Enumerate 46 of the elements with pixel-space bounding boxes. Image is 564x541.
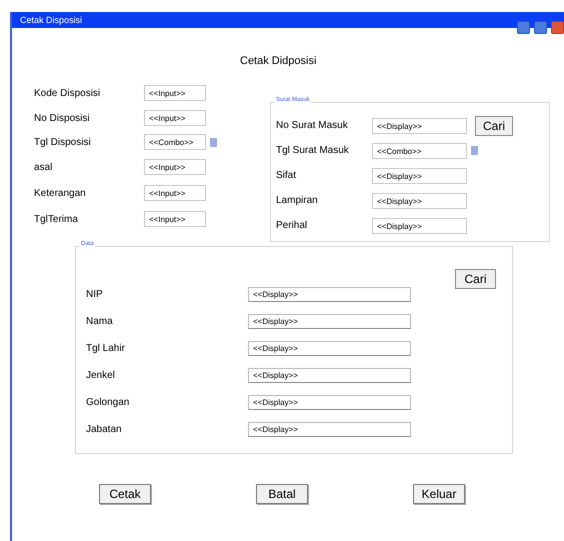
search-button[interactable]: Cari [475,116,513,136]
field-label: Keterangan [34,186,87,200]
input-field[interactable]: <<Display>> [372,168,467,184]
display-field: <<Display>> [248,368,411,383]
display-field: <<Display>> [248,422,411,437]
dropdown-icon[interactable] [210,138,217,146]
field-label: NIP [86,288,104,302]
field-label: No Disposisi [34,112,91,126]
input-field[interactable]: <<Input>> [144,159,206,175]
input-field[interactable]: <<Input>> [144,185,206,201]
input-field[interactable]: <<Input>> [144,110,206,126]
action-button[interactable]: Batal [256,484,308,504]
action-button[interactable]: Keluar [413,484,465,504]
field-label: Jenkel [86,369,116,383]
display-field: <<Display>> [248,395,411,410]
form-heading: Cetak Didposisi [240,55,316,67]
action-button[interactable]: Cetak [99,484,151,504]
field-label: Lampiran [276,194,319,208]
field-label: Kode Disposisi [34,86,102,100]
field-label: Sifat [276,169,298,183]
field-label: Perihal [276,219,308,233]
field-label: asal [34,160,54,174]
field-label: Tgl Disposisi [34,136,92,150]
display-field: <<Display>> [248,341,411,356]
field-label: TglTerima [34,212,79,226]
display-field: <<Display>> [248,314,411,329]
field-label: Jabatan [86,423,123,437]
display-field: <<Display>> [248,287,411,302]
field-label: Golongan [86,396,130,410]
combo-box[interactable]: <<Combo>> [372,142,467,158]
maximize-icon[interactable] [534,21,547,34]
field-label: No Surat Masuk [276,119,349,133]
input-field[interactable]: <<Input>> [144,85,206,101]
window-title: Cetak Disposisi [20,16,82,24]
field-label: Tgl Lahir [86,342,126,356]
close-icon[interactable] [551,21,564,34]
input-field[interactable]: <<Display>> [372,118,467,134]
minimize-icon[interactable] [517,21,530,34]
input-field[interactable]: <<Display>> [372,218,467,234]
input-field[interactable]: <<Display>> [372,192,467,208]
combo-box[interactable]: <<Combo>> [144,134,206,150]
input-field[interactable]: <<Input>> [144,211,206,227]
dropdown-icon[interactable] [471,146,478,155]
field-label: Tgl Surat Masuk [276,144,350,158]
field-label: Nama [86,315,114,329]
search-button[interactable]: Cari [455,269,496,289]
